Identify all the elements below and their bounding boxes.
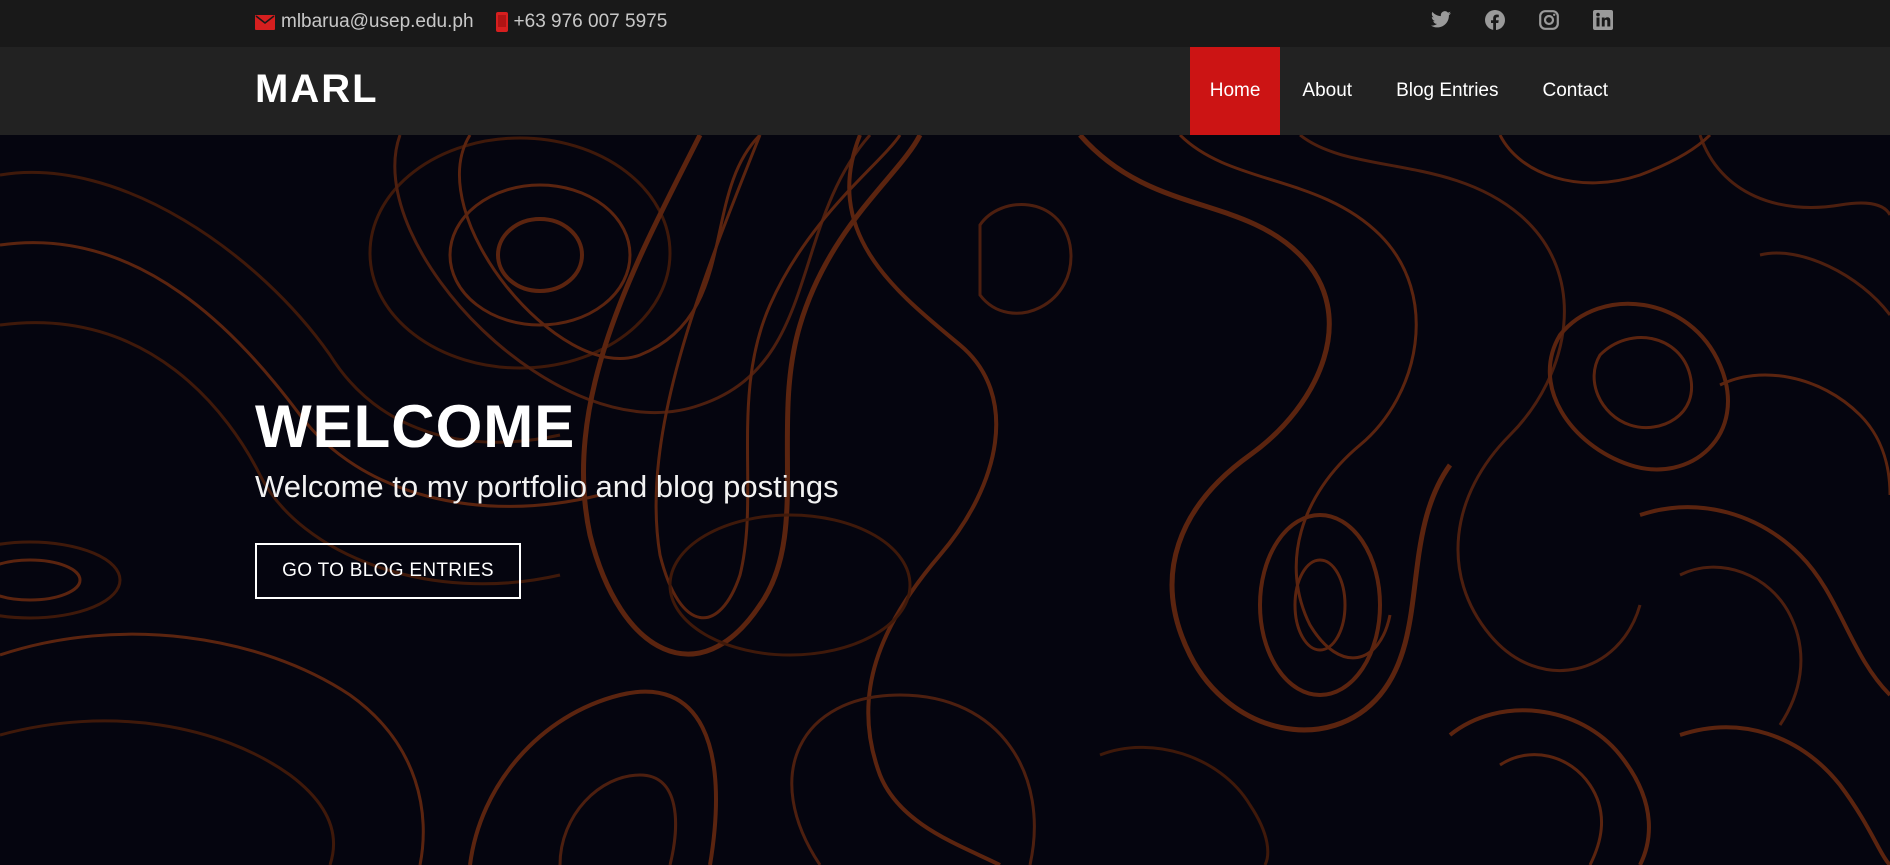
hero-content: WELCOME Welcome to my portfolio and blog…	[255, 397, 839, 599]
top-bar: mlbarua@usep.edu.ph +63 976 007 5975	[0, 0, 1890, 47]
site-header: MARL Home About Blog Entries Contact	[0, 47, 1890, 135]
main-nav: Home About Blog Entries Contact	[1189, 47, 1630, 135]
hero-subtitle: Welcome to my portfolio and blog posting…	[255, 469, 839, 504]
nav-item-home[interactable]: Home	[1189, 47, 1281, 135]
phone-text: +63 976 007 5975	[513, 11, 668, 32]
nav-item-about[interactable]: About	[1280, 47, 1374, 135]
facebook-icon	[1485, 9, 1505, 35]
phone-contact[interactable]: +63 976 007 5975	[495, 11, 668, 33]
email-contact[interactable]: mlbarua@usep.edu.ph	[255, 11, 474, 33]
twitter-link[interactable]	[1414, 11, 1468, 33]
linkedin-icon	[1593, 9, 1613, 35]
email-text: mlbarua@usep.edu.ph	[281, 11, 474, 32]
contact-info: mlbarua@usep.edu.ph +63 976 007 5975	[255, 0, 689, 44]
linkedin-link[interactable]	[1576, 9, 1630, 35]
site-logo[interactable]: MARL	[255, 67, 379, 112]
nav-item-blog-entries[interactable]: Blog Entries	[1374, 47, 1520, 135]
go-to-blog-entries-button[interactable]: GO TO BLOG ENTRIES	[255, 543, 521, 599]
mobile-phone-icon	[495, 12, 508, 32]
social-links	[1414, 0, 1630, 44]
nav-item-contact[interactable]: Contact	[1521, 47, 1630, 135]
envelope-icon	[255, 14, 275, 30]
hero-title: WELCOME	[255, 393, 576, 460]
hero-section: WELCOME Welcome to my portfolio and blog…	[0, 135, 1890, 865]
instagram-link[interactable]	[1522, 9, 1576, 35]
instagram-icon	[1539, 9, 1559, 35]
twitter-icon	[1431, 11, 1451, 33]
facebook-link[interactable]	[1468, 9, 1522, 35]
